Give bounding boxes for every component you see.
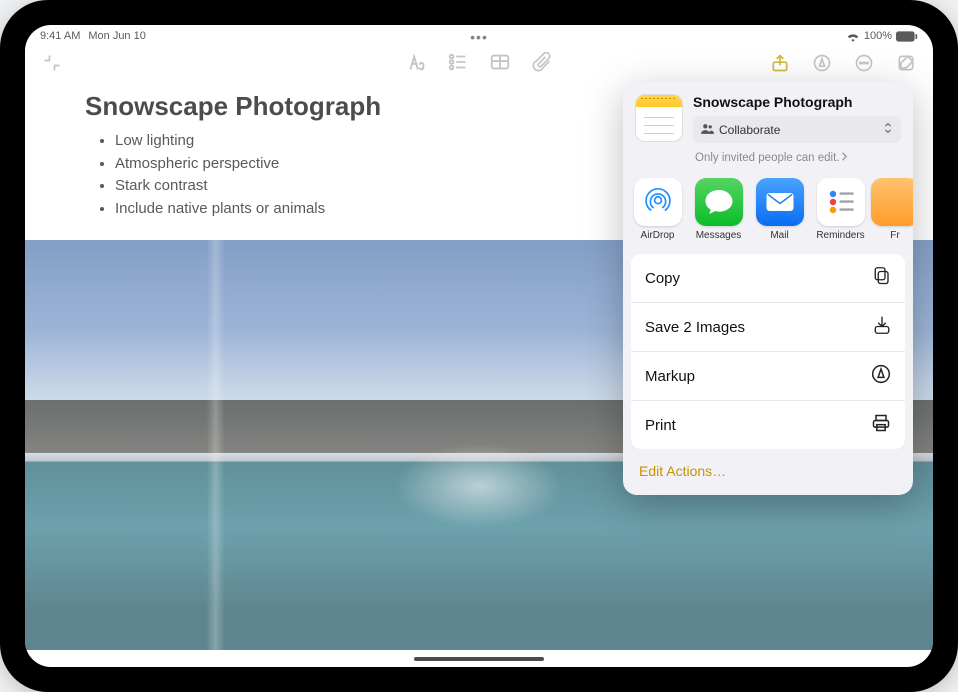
share-app-messages[interactable]: Messages xyxy=(688,178,749,241)
share-item-title: Snowscape Photograph xyxy=(693,94,901,110)
wifi-icon xyxy=(846,31,860,42)
chevron-right-icon xyxy=(841,152,847,164)
action-save-images[interactable]: Save 2 Images xyxy=(631,303,905,352)
collaborate-label: Collaborate xyxy=(719,123,780,137)
status-time: 9:41 AM xyxy=(40,30,80,42)
edit-actions-button[interactable]: Edit Actions… xyxy=(623,449,913,495)
collaborate-mode-picker[interactable]: Collaborate xyxy=(693,116,901,143)
freeform-icon xyxy=(871,178,913,226)
share-sheet-popover: Snowscape Photograph Collaborate xyxy=(623,82,913,495)
notes-app-icon xyxy=(635,94,683,142)
home-indicator[interactable] xyxy=(414,657,544,661)
action-label: Save 2 Images xyxy=(645,319,745,336)
share-app-airdrop[interactable]: AirDrop xyxy=(627,178,688,241)
action-copy[interactable]: Copy xyxy=(631,254,905,303)
status-date: Mon Jun 10 xyxy=(88,30,145,42)
multitask-dots-icon[interactable]: ••• xyxy=(470,29,488,45)
permission-settings-row[interactable]: Only invited people can edit. xyxy=(693,149,901,164)
checklist-icon[interactable] xyxy=(446,50,470,74)
app-label: Reminders xyxy=(816,230,864,241)
action-label: Print xyxy=(645,417,676,434)
ipad-device-frame: 9:41 AM Mon Jun 10 ••• 100% xyxy=(0,0,958,692)
text-format-icon[interactable] xyxy=(404,50,428,74)
status-bar: 9:41 AM Mon Jun 10 ••• 100% xyxy=(25,25,933,45)
app-label: Fr xyxy=(890,230,899,241)
battery-icon xyxy=(896,31,918,42)
share-app-freeform[interactable]: Fr xyxy=(871,178,913,241)
airdrop-icon xyxy=(634,178,682,226)
share-actions-list: Copy Save 2 Images Markup xyxy=(631,254,905,449)
people-icon xyxy=(701,123,714,137)
markup-icon xyxy=(871,364,891,388)
compose-icon[interactable] xyxy=(894,51,918,75)
more-icon[interactable] xyxy=(852,51,876,75)
reminders-icon xyxy=(817,178,865,226)
print-icon xyxy=(871,413,891,437)
exit-fullscreen-icon[interactable] xyxy=(40,51,64,75)
mail-icon xyxy=(756,178,804,226)
battery-percent: 100% xyxy=(864,30,892,42)
share-sheet-header: Snowscape Photograph Collaborate xyxy=(623,82,913,172)
share-apps-row[interactable]: AirDrop Messages Mail xyxy=(623,172,913,248)
attachment-icon[interactable] xyxy=(530,50,554,74)
chevron-updown-icon xyxy=(883,121,893,138)
messages-icon xyxy=(695,178,743,226)
action-markup[interactable]: Markup xyxy=(631,352,905,401)
share-app-reminders[interactable]: Reminders xyxy=(810,178,871,241)
note-toolbar xyxy=(25,45,933,81)
action-label: Markup xyxy=(645,368,695,385)
table-icon[interactable] xyxy=(488,50,512,74)
copy-icon xyxy=(873,266,891,290)
screen: 9:41 AM Mon Jun 10 ••• 100% xyxy=(25,25,933,667)
action-print[interactable]: Print xyxy=(631,401,905,449)
save-icon xyxy=(873,315,891,339)
app-label: Messages xyxy=(696,230,742,241)
app-label: Mail xyxy=(770,230,788,241)
share-icon[interactable] xyxy=(768,51,792,75)
share-app-mail[interactable]: Mail xyxy=(749,178,810,241)
markup-toolbar-icon[interactable] xyxy=(810,51,834,75)
app-label: AirDrop xyxy=(641,230,675,241)
action-label: Copy xyxy=(645,270,680,287)
